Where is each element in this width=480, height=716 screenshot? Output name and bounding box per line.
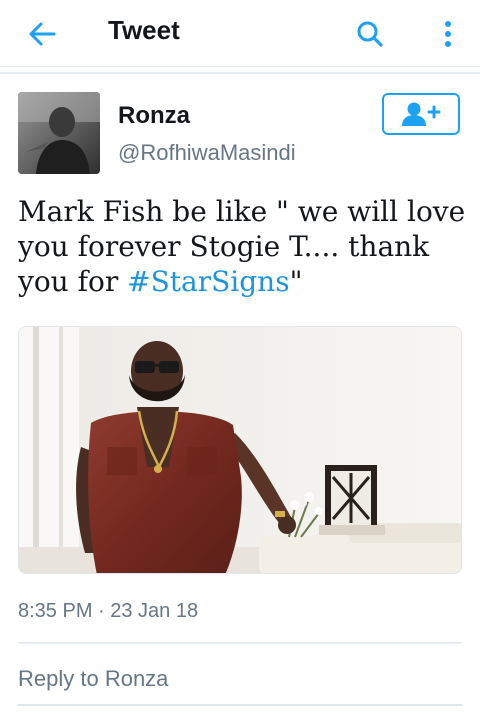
tweet-text: Mark Fish be like " we will love you for… (18, 194, 466, 299)
add-user-icon (402, 102, 441, 126)
more-options-button[interactable] (428, 14, 468, 54)
avatar-photo (18, 92, 100, 174)
more-vertical-icon (445, 21, 451, 47)
hashtag-link[interactable]: #StarSigns (127, 265, 289, 298)
avatar[interactable] (18, 92, 100, 174)
search-button[interactable] (350, 14, 390, 54)
author-handle[interactable]: @RofhiwaMasindi (118, 140, 296, 166)
follow-button[interactable] (382, 93, 460, 135)
photo-image (19, 327, 461, 573)
reply-placeholder: Reply to Ronza (18, 666, 169, 691)
tweet-text-end: " (289, 265, 303, 298)
top-app-bar: Tweet (0, 0, 480, 67)
tweet-timestamp: 8:35 PM · 23 Jan 18 (18, 600, 199, 622)
timestamp-divider (18, 642, 462, 644)
back-button[interactable] (22, 16, 62, 52)
page-title: Tweet (108, 15, 180, 45)
tweet-media-image[interactable] (18, 326, 462, 574)
header-divider (0, 72, 480, 74)
reply-input[interactable]: Reply to Ronza (18, 660, 462, 706)
author-name[interactable]: Ronza (118, 102, 190, 130)
reply-underline (18, 704, 462, 706)
arrow-left-icon (29, 22, 56, 46)
search-icon (357, 21, 383, 47)
